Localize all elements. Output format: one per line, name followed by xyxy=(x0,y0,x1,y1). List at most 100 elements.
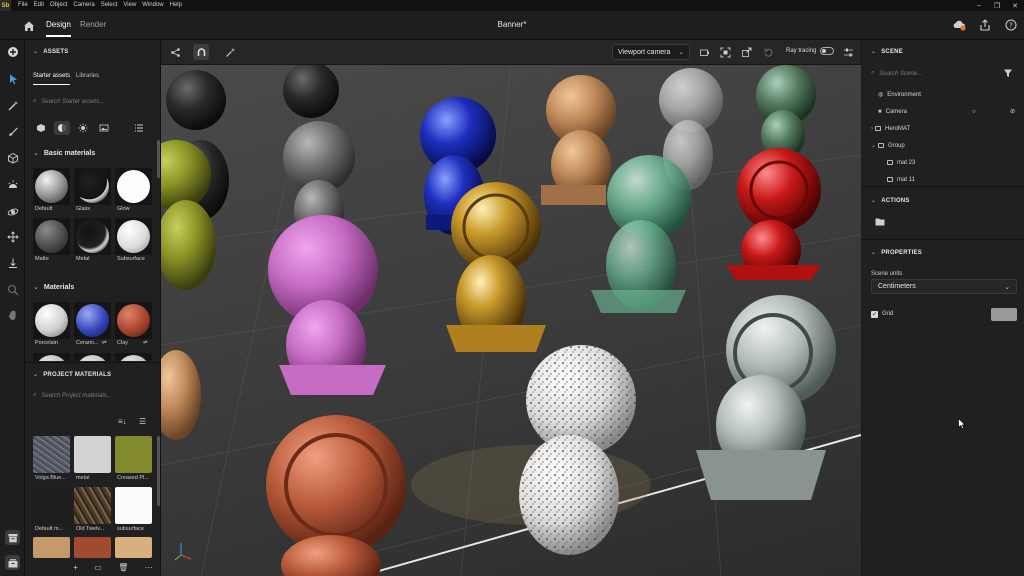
share-node-icon[interactable] xyxy=(168,45,182,59)
material-swatch-glass[interactable] xyxy=(74,168,111,205)
menu-object[interactable]: Object xyxy=(47,0,70,11)
cube-icon[interactable] xyxy=(5,150,20,165)
scene-header[interactable]: ⌄ SCENE xyxy=(871,48,903,55)
camera-select[interactable]: Viewport camera ⌄ xyxy=(612,44,690,60)
material-label: Porcelain xyxy=(35,340,58,346)
scene-search-input[interactable]: ⌕ Search Scene... xyxy=(871,67,1007,80)
chevron-down-icon[interactable]: ⌄ xyxy=(871,142,876,149)
material-swatch-ceramic[interactable] xyxy=(74,302,111,339)
scene-units-select[interactable]: Centimeters ⌄ xyxy=(871,279,1017,294)
scene-item-mat-23[interactable]: mat 23 xyxy=(862,154,1024,171)
scene-item-camera[interactable]: ■ Camera ○ ⊘ xyxy=(862,103,1024,120)
project-search-input[interactable]: ⌕ Search Project materials... xyxy=(33,389,153,402)
wand-settings-icon[interactable] xyxy=(223,45,237,59)
trash-icon[interactable]: 🗑 xyxy=(118,563,128,572)
tab-starter-assets[interactable]: Starter assets xyxy=(33,73,71,85)
project-material-swatch[interactable] xyxy=(33,537,70,558)
help-icon[interactable]: ? xyxy=(1004,18,1018,32)
scene-item-group[interactable]: ⌄ Group xyxy=(862,137,1024,154)
menu-file[interactable]: File xyxy=(15,0,31,11)
material-swatch-partial[interactable] xyxy=(115,353,152,361)
material-swatch-default[interactable] xyxy=(33,168,70,205)
paint-brush-icon[interactable] xyxy=(5,123,20,138)
project-material-swatch[interactable] xyxy=(115,537,152,558)
actions-header[interactable]: ⌄ ACTIONS xyxy=(871,197,910,204)
scene-item-heromat[interactable]: › HeroMAT xyxy=(862,120,1024,137)
project-material-swatch[interactable] xyxy=(33,487,70,524)
material-swatch-glow[interactable] xyxy=(115,168,152,205)
material-swatch-metal[interactable] xyxy=(74,218,111,255)
camera-rotate-icon[interactable] xyxy=(761,45,775,59)
menu-camera[interactable]: Camera xyxy=(70,0,97,11)
hand-pan-icon[interactable] xyxy=(5,307,20,322)
scene-item-environment[interactable]: ◍ Environment xyxy=(862,86,1024,103)
materials-header[interactable]: ⌄ Materials xyxy=(33,283,74,291)
tab-libraries[interactable]: Libraries xyxy=(76,73,99,79)
drop-to-ground-icon[interactable] xyxy=(5,255,20,270)
move-icon[interactable] xyxy=(5,229,20,244)
grid-color-swatch[interactable] xyxy=(991,308,1017,321)
material-swatch-matte[interactable] xyxy=(33,218,70,255)
library-icon[interactable] xyxy=(5,555,20,570)
cloud-sync-icon[interactable] xyxy=(952,18,966,32)
camera-bookmark-icon[interactable] xyxy=(697,45,711,59)
project-material-swatch[interactable] xyxy=(74,487,111,524)
figure-terrazzo xyxy=(519,345,636,555)
ray-tracing-toggle[interactable] xyxy=(820,47,834,55)
menu-help[interactable]: Help xyxy=(167,0,185,11)
basic-materials-header[interactable]: ⌄ Basic materials xyxy=(33,149,95,157)
project-materials-header[interactable]: ⌄ PROJECT MATERIALS xyxy=(33,371,111,378)
zoom-icon[interactable] xyxy=(5,282,20,297)
models-filter-icon[interactable] xyxy=(33,121,49,135)
sliders-icon[interactable] xyxy=(841,45,855,59)
material-swatch-partial[interactable] xyxy=(74,353,111,361)
images-filter-icon[interactable] xyxy=(96,121,112,135)
properties-header[interactable]: ⌄ PROPERTIES xyxy=(871,249,922,256)
light-icon[interactable] xyxy=(5,177,20,192)
share-icon[interactable] xyxy=(978,18,992,32)
material-swatch-partial[interactable] xyxy=(33,353,70,361)
project-material-swatch[interactable] xyxy=(115,487,152,524)
frame-icon[interactable] xyxy=(718,45,732,59)
material-swatch-porcelain[interactable] xyxy=(33,302,70,339)
grid-checkbox[interactable]: ✓ xyxy=(871,311,878,318)
more-icon[interactable]: ⋯ xyxy=(145,563,153,572)
export-view-icon[interactable] xyxy=(739,45,753,59)
project-material-swatch[interactable] xyxy=(74,537,111,558)
menu-edit[interactable]: Edit xyxy=(31,0,47,11)
folder-action-icon[interactable] xyxy=(875,217,885,228)
add-icon[interactable]: + xyxy=(73,563,78,572)
assets-header[interactable]: ⌄ ASSETS xyxy=(33,48,68,55)
menu-view[interactable]: View xyxy=(120,0,139,11)
viewport-canvas[interactable] xyxy=(161,65,861,576)
close-window-button[interactable]: ✕ xyxy=(1006,0,1024,11)
select-tool-icon[interactable] xyxy=(5,71,20,86)
folder-icon[interactable]: ▭ xyxy=(94,563,102,572)
material-swatch-subsurface[interactable] xyxy=(115,218,152,255)
materials-filter-icon[interactable] xyxy=(54,121,70,135)
project-material-swatch[interactable] xyxy=(115,436,152,473)
magic-wand-icon[interactable] xyxy=(5,98,20,113)
camera-target-icon[interactable]: ○ xyxy=(972,109,976,115)
maximize-button[interactable]: ❐ xyxy=(988,0,1006,11)
filter-icon[interactable] xyxy=(1003,68,1013,80)
project-scrollbar[interactable] xyxy=(157,436,160,506)
sort-icon[interactable]: ≡↓ xyxy=(118,417,127,426)
project-material-swatch[interactable] xyxy=(33,436,70,473)
add-icon[interactable] xyxy=(5,44,20,59)
assets-scrollbar[interactable] xyxy=(157,140,160,178)
assets-search-input[interactable]: ⌕ Search Starter assets... xyxy=(33,95,153,108)
list-view-icon[interactable]: ☰ xyxy=(139,417,146,426)
magnet-snap-icon[interactable] xyxy=(193,44,209,60)
menu-select[interactable]: Select xyxy=(98,0,121,11)
project-material-swatch[interactable] xyxy=(74,436,111,473)
list-view-icon[interactable] xyxy=(131,121,147,135)
minimize-button[interactable]: – xyxy=(970,0,988,11)
archive-icon[interactable] xyxy=(5,530,20,545)
material-swatch-clay[interactable] xyxy=(115,302,152,339)
orbit-icon[interactable] xyxy=(5,204,20,219)
visibility-icon[interactable]: ⊘ xyxy=(1010,108,1015,115)
lights-filter-icon[interactable] xyxy=(75,121,91,135)
menu-window[interactable]: Window xyxy=(139,0,166,11)
chevron-right-icon[interactable]: › xyxy=(871,126,873,132)
